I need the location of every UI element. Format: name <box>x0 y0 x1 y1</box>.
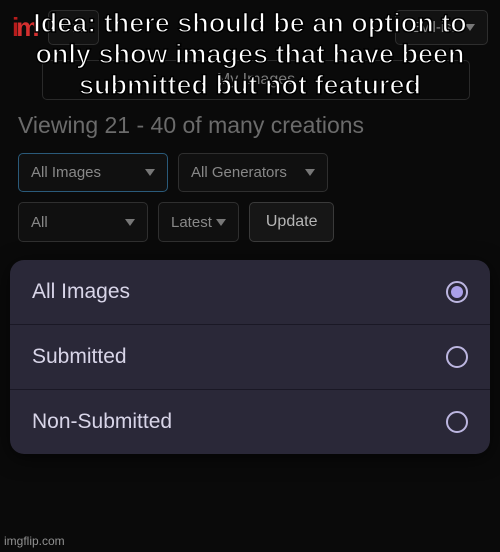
filter-label: Latest <box>171 214 212 231</box>
filter-all-images[interactable]: All Images <box>18 153 168 192</box>
filter-latest[interactable]: Latest <box>158 202 239 242</box>
meme-caption-text: Idea: there should be an option to only … <box>0 8 500 101</box>
filter-row-2: All Latest Update <box>0 202 500 242</box>
radio-icon <box>446 346 468 368</box>
image-filter-menu: All Images Submitted Non-Submitted <box>10 260 490 454</box>
chevron-down-icon <box>125 219 135 226</box>
update-label: Update <box>266 213 318 230</box>
filter-label: All Generators <box>191 164 287 181</box>
menu-item-all-images[interactable]: All Images <box>10 260 490 325</box>
chevron-down-icon <box>145 169 155 176</box>
filter-row-1: All Images All Generators <box>0 153 500 192</box>
radio-icon <box>446 411 468 433</box>
menu-item-label: Submitted <box>32 345 127 369</box>
menu-item-label: Non-Submitted <box>32 410 172 434</box>
filter-label: All <box>31 214 48 231</box>
menu-item-non-submitted[interactable]: Non-Submitted <box>10 390 490 454</box>
chevron-down-icon <box>216 219 226 226</box>
chevron-down-icon <box>305 169 315 176</box>
filter-label: All Images <box>31 164 101 181</box>
watermark: imgflip.com <box>4 534 65 548</box>
menu-item-label: All Images <box>32 280 130 304</box>
viewing-status: Viewing 21 - 40 of many creations <box>0 112 500 139</box>
filter-all-generators[interactable]: All Generators <box>178 153 328 192</box>
radio-icon <box>446 281 468 303</box>
filter-all[interactable]: All <box>18 202 148 242</box>
update-button[interactable]: Update <box>249 202 335 242</box>
menu-item-submitted[interactable]: Submitted <box>10 325 490 390</box>
